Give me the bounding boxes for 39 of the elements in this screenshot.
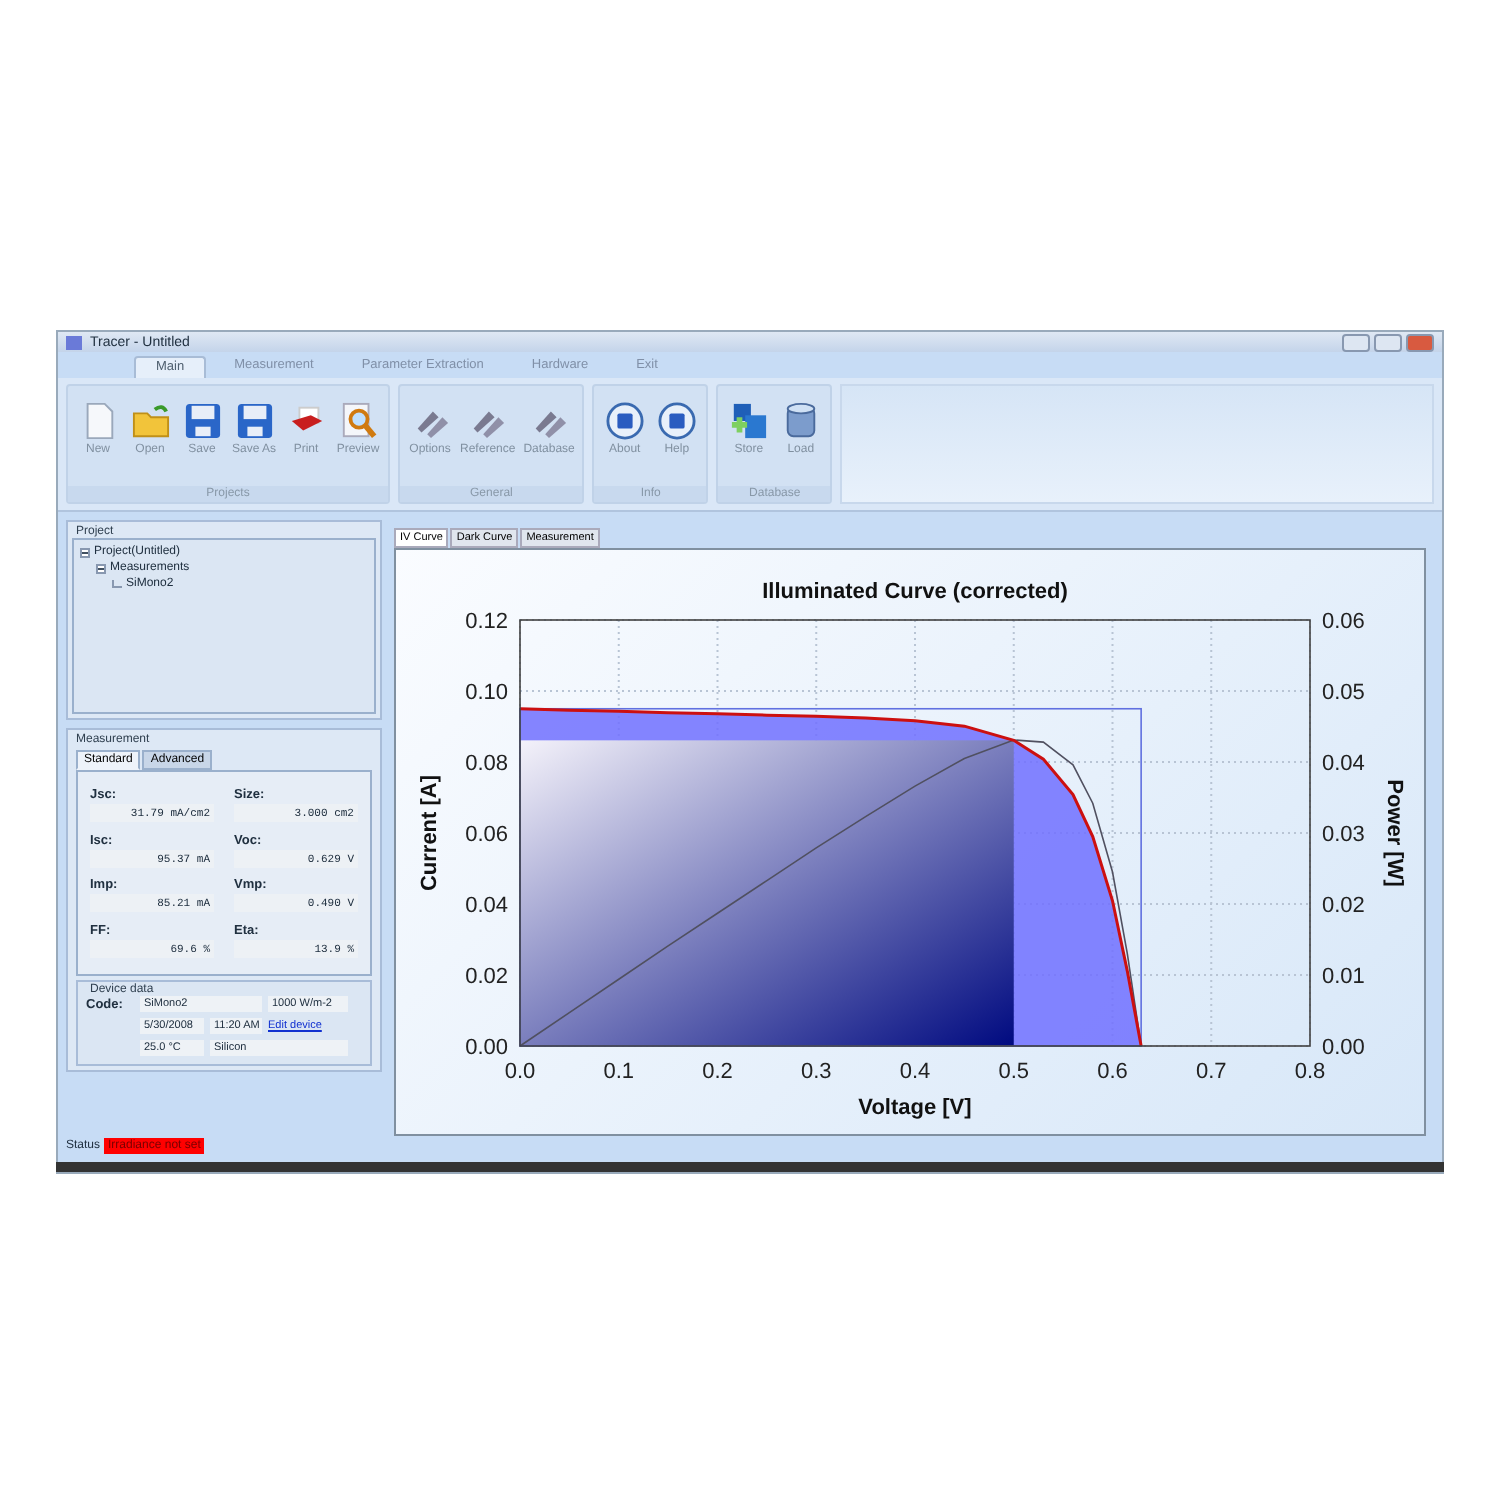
- y-tick-label: 0.05: [1322, 681, 1365, 705]
- chart-title: Illuminated Curve (corrected): [762, 580, 1068, 604]
- y-axis-label: Power [W]: [1382, 779, 1406, 887]
- close-button[interactable]: [1406, 333, 1434, 351]
- folder-icon: [131, 402, 169, 440]
- y-tick-label: 0.04: [465, 894, 508, 918]
- x-tick-label: 0.2: [702, 1060, 733, 1084]
- x-tick-label: 0.0: [504, 1060, 536, 1084]
- app-icon: [66, 335, 82, 349]
- expander-icon[interactable]: [96, 563, 106, 573]
- y-tick-label: 0.10: [465, 681, 508, 705]
- minimize-button[interactable]: [1342, 333, 1370, 351]
- y-tick-label: 0.03: [1322, 823, 1365, 847]
- magnifier-icon: [339, 402, 378, 440]
- x-tick-label: 0.7: [1195, 1060, 1227, 1084]
- y-tick-label: 0.06: [465, 823, 508, 847]
- y-tick-label: 0.00: [1322, 1036, 1365, 1060]
- y-tick-label: 0.08: [465, 752, 508, 776]
- y-tick-label: 0.01: [1322, 965, 1365, 989]
- y-tick-label: 0.06: [1322, 610, 1365, 634]
- y-tick-label: 0.00: [465, 1036, 508, 1060]
- y-tick-label: 0.02: [1322, 894, 1365, 918]
- round-stop-icon: [657, 402, 696, 440]
- y-tick-label: 0.12: [465, 610, 508, 634]
- y-axis-label: Current [A]: [418, 774, 442, 892]
- x-tick-label: 0.5: [998, 1060, 1030, 1084]
- add-stack-icon: [729, 402, 768, 440]
- y-tick-label: 0.02: [465, 965, 508, 989]
- expander-icon[interactable]: [80, 547, 90, 557]
- round-stop-icon: [605, 402, 644, 440]
- y-tick-label: 0.04: [1322, 752, 1365, 776]
- restore-button[interactable]: [1374, 333, 1402, 351]
- x-axis-label: Voltage [V]: [858, 1096, 972, 1120]
- x-tick-label: 0.3: [800, 1060, 832, 1084]
- x-tick-label: 0.1: [603, 1060, 635, 1084]
- x-tick-label: 0.8: [1294, 1060, 1326, 1084]
- x-tick-label: 0.6: [1097, 1060, 1128, 1084]
- database-icon: [781, 402, 820, 440]
- x-tick-label: 0.4: [899, 1060, 931, 1084]
